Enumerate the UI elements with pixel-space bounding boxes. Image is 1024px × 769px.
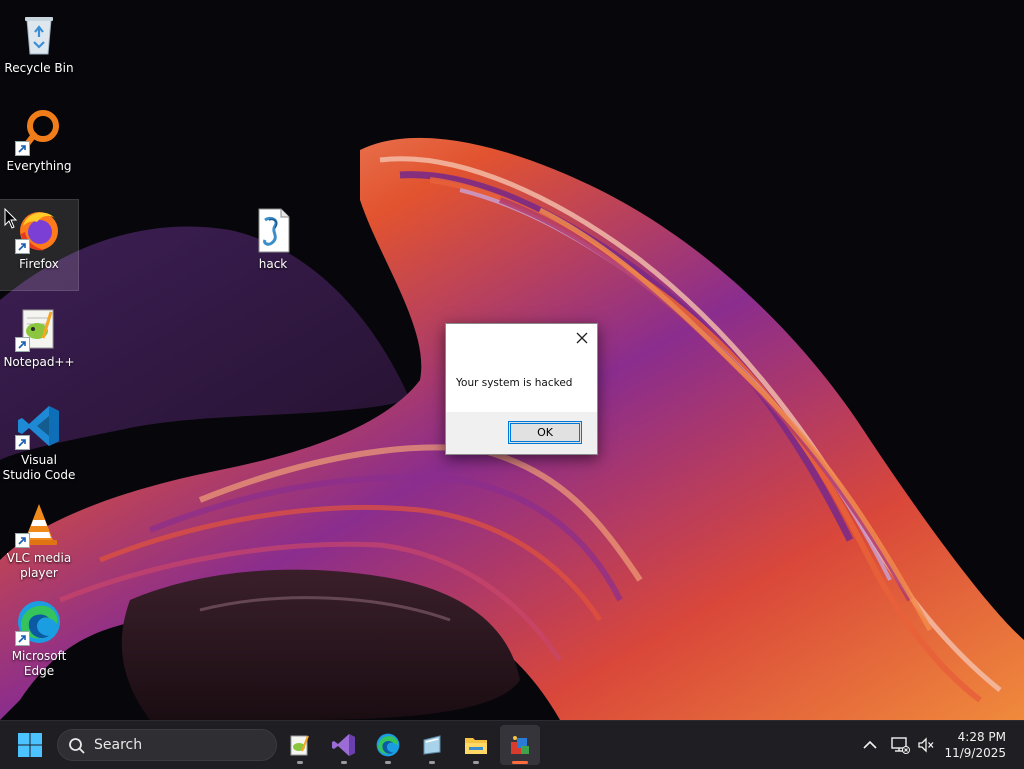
network-icon <box>891 737 910 754</box>
glass-app-icon <box>423 735 441 755</box>
desktop-icon-recycle-bin[interactable]: Recycle Bin <box>0 4 78 94</box>
desktop-icon-edge[interactable]: Microsoft Edge <box>0 592 78 692</box>
shortcut-arrow-icon <box>15 435 30 450</box>
volume-button[interactable] <box>916 735 936 755</box>
taskbar-app-notepadpp[interactable] <box>280 725 320 765</box>
shortcut-arrow-icon <box>15 533 30 548</box>
taskbar-search-box[interactable]: Search <box>57 729 277 761</box>
search-placeholder: Search <box>94 737 143 753</box>
shortcut-arrow-icon <box>15 631 30 646</box>
desktop: Recycle Bin Everything Firefox Notepad++… <box>0 0 1024 720</box>
desktop-icon-label: Notepad++ <box>3 355 75 369</box>
firefox-icon <box>15 206 63 254</box>
ok-button[interactable]: OK <box>508 421 582 444</box>
search-icon <box>69 738 85 754</box>
dialog-message: Your system is hacked <box>456 377 573 389</box>
dialog-titlebar[interactable] <box>446 324 597 352</box>
desktop-icon-label: Visual Studio Code <box>2 453 76 482</box>
close-button[interactable] <box>573 329 591 347</box>
chevron-up-icon <box>863 740 877 749</box>
recycle-bin-icon <box>15 10 63 58</box>
taskbar: Search 4:28 PM 11/9/2025 <box>0 720 1024 769</box>
taskbar-app-4[interactable] <box>412 725 452 765</box>
shortcut-arrow-icon <box>15 141 30 156</box>
desktop-icon-label: Everything <box>6 159 72 173</box>
clock-date: 11/9/2025 <box>944 746 1006 760</box>
clock-time: 4:28 PM <box>957 730 1006 744</box>
desktop-icon-label: VLC media player <box>6 551 72 580</box>
taskbar-app-visual-studio[interactable] <box>324 725 364 765</box>
script-host-icon <box>511 736 529 754</box>
shortcut-arrow-icon <box>15 337 30 352</box>
desktop-icon-vscode[interactable]: Visual Studio Code <box>0 396 78 496</box>
volume-muted-icon <box>918 737 934 753</box>
vscode-icon <box>15 402 63 450</box>
desktop-icon-label: Recycle Bin <box>4 61 74 75</box>
running-indicator <box>341 761 347 764</box>
running-indicator <box>512 761 528 764</box>
running-indicator <box>297 761 303 764</box>
notepadpp-icon <box>290 735 309 756</box>
edge-icon <box>376 733 400 757</box>
running-indicator <box>385 761 391 764</box>
vlc-icon <box>15 500 63 548</box>
script-file-icon <box>249 206 297 254</box>
taskbar-app-6[interactable] <box>500 725 540 765</box>
running-indicator <box>473 761 479 764</box>
start-button[interactable] <box>16 731 44 759</box>
shortcut-arrow-icon <box>15 239 30 254</box>
close-icon <box>576 332 588 344</box>
running-indicator <box>429 761 435 764</box>
notepadpp-icon <box>15 304 63 352</box>
desktop-icon-label: Microsoft Edge <box>11 649 67 678</box>
desktop-icon-label: hack <box>258 257 288 271</box>
edge-icon <box>15 598 63 646</box>
windows-logo-icon <box>18 733 42 757</box>
desktop-icon-everything[interactable]: Everything <box>0 102 78 192</box>
taskbar-app-edge[interactable] <box>368 725 408 765</box>
desktop-icon-vlc[interactable]: VLC media player <box>0 494 78 594</box>
everything-search-icon <box>15 108 63 156</box>
taskbar-clock[interactable]: 4:28 PM 11/9/2025 <box>944 729 1006 761</box>
message-dialog: Your system is hacked OK <box>445 323 598 455</box>
taskbar-app-file-explorer[interactable] <box>456 725 496 765</box>
mouse-cursor-icon <box>4 208 18 229</box>
desktop-icon-hack[interactable]: hack <box>234 200 312 290</box>
network-status-button[interactable] <box>890 735 910 755</box>
dialog-footer: OK <box>446 412 597 454</box>
desktop-icon-notepadpp[interactable]: Notepad++ <box>0 298 78 388</box>
desktop-icon-label: Firefox <box>19 257 59 271</box>
visual-studio-icon <box>332 734 355 756</box>
show-hidden-icons-button[interactable] <box>860 735 880 755</box>
folder-icon <box>465 738 487 754</box>
